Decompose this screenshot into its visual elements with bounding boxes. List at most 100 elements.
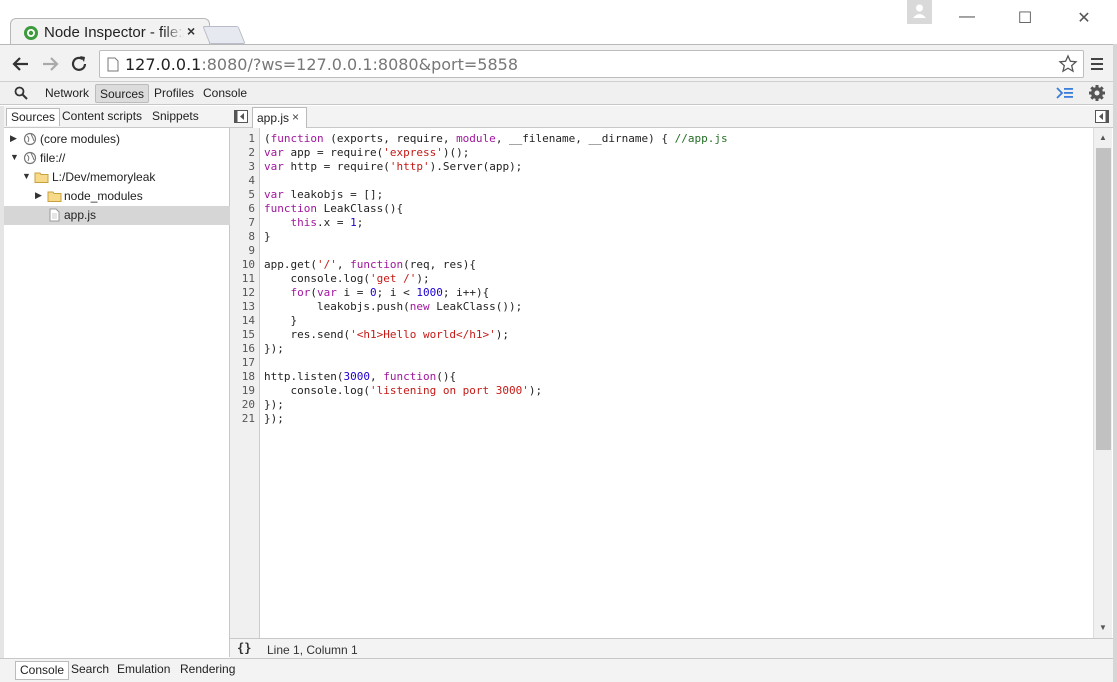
code-line-13: leakobjs.push(new LeakClass()); (264, 300, 523, 313)
navigator-tab-content-scripts[interactable]: Content scripts (58, 108, 146, 126)
tree-item-file-root[interactable]: ▼ file:// (4, 149, 230, 168)
drawer-tab-emulation[interactable]: Emulation (113, 661, 174, 680)
code-line-14: } (264, 314, 298, 327)
navigator-tab-sources[interactable]: Sources (6, 108, 61, 126)
bookmark-star-icon[interactable] (1058, 54, 1078, 74)
code-line-1: (function (exports, require, module, __f… (264, 132, 728, 145)
file-icon (49, 208, 60, 222)
line-number[interactable]: 17 (229, 356, 255, 369)
scroll-up-icon[interactable]: ▲ (1099, 133, 1107, 142)
show-drawer-icon[interactable] (1056, 86, 1074, 100)
line-number[interactable]: 2 (229, 146, 255, 159)
globe-icon (23, 151, 37, 165)
code-line-11: console.log('get /'); (264, 272, 430, 285)
tree-item-label: L:/Dev/memoryleak (52, 170, 156, 184)
line-number-gutter[interactable]: 1 2 3 4 5 6 7 8 9 10 11 12 13 14 15 16 17 18 19 20 21 (230, 128, 260, 638)
drawer-tab-rendering[interactable]: Rendering (176, 661, 239, 680)
code-line-19: console.log('listening on port 3000'); (264, 384, 543, 397)
page-icon (107, 57, 119, 72)
folder-icon (34, 172, 49, 183)
navigator-tab-snippets[interactable]: Snippets (148, 108, 203, 126)
code-line-6: function LeakClass(){ (264, 202, 404, 215)
sources-navigator: Sources Content scripts Snippets ▶ (core… (4, 106, 230, 657)
line-number[interactable]: 14 (229, 314, 255, 327)
close-window-button[interactable]: ✕ (1072, 8, 1096, 28)
reload-icon[interactable] (69, 54, 89, 74)
tree-item-label: file:// (40, 151, 66, 165)
drawer-tab-search[interactable]: Search (67, 661, 113, 680)
tree-item-app-js[interactable]: app.js (4, 206, 230, 225)
back-arrow-icon[interactable] (11, 54, 31, 74)
line-number[interactable]: 11 (229, 272, 255, 285)
new-tab-button[interactable] (202, 26, 246, 44)
editor-status-bar: {} Line 1, Column 1 (230, 638, 1113, 658)
tree-item-label: node_modules (64, 189, 143, 203)
right-frame-border (1113, 44, 1117, 682)
gear-icon[interactable] (1088, 84, 1106, 102)
cursor-position: Line 1, Column 1 (267, 643, 358, 657)
toggle-navigator-icon[interactable] (234, 110, 248, 123)
code-line-7: this.x = 1; (290, 216, 364, 229)
expanded-triangle-icon[interactable]: ▼ (22, 171, 31, 181)
close-icon[interactable]: × (292, 110, 299, 124)
line-number[interactable]: 8 (229, 230, 255, 243)
line-number[interactable]: 4 (229, 174, 255, 187)
line-number[interactable]: 13 (229, 300, 255, 313)
line-number[interactable]: 6 (229, 202, 255, 215)
code-line-3: var http = require('http').Server(app); (264, 160, 523, 173)
hamburger-menu-icon[interactable] (1090, 57, 1104, 71)
line-number[interactable]: 7 (229, 216, 255, 229)
browser-tab[interactable]: Node Inspector - file:///L:/Dev/memoryle… (10, 18, 210, 46)
collapsed-triangle-icon[interactable]: ▶ (10, 133, 19, 143)
tree-item-memoryleak-folder[interactable]: ▼ L:/Dev/memoryleak (4, 168, 230, 187)
tab-close-icon[interactable]: × (187, 23, 195, 39)
editor-vertical-scrollbar[interactable]: ▲ ▼ (1093, 128, 1112, 638)
editor-tab-app-js[interactable]: app.js × (252, 107, 307, 128)
navigator-tabs: Sources Content scripts Snippets (4, 106, 230, 128)
search-icon[interactable] (14, 86, 28, 100)
line-number[interactable]: 18 (229, 370, 255, 383)
forward-arrow-icon[interactable] (40, 54, 60, 74)
toggle-debugger-sidebar-icon[interactable] (1095, 110, 1109, 123)
code-line-21: }); (264, 412, 284, 425)
code-editor[interactable]: (function (exports, require, module, __f… (261, 128, 1093, 638)
line-number[interactable]: 12 (229, 286, 255, 299)
tab-console[interactable]: Console (199, 84, 251, 103)
maximize-button[interactable]: ☐ (1013, 8, 1037, 28)
node-inspector-favicon-icon (24, 26, 38, 40)
editor-tab-label: app.js (257, 111, 290, 125)
tree-item-node-modules-folder[interactable]: ▶ node_modules (4, 187, 230, 206)
scrollbar-thumb[interactable] (1096, 148, 1111, 450)
line-number[interactable]: 20 (229, 398, 255, 411)
profile-button[interactable] (907, 0, 932, 24)
tab-sources[interactable]: Sources (95, 84, 150, 103)
line-number[interactable]: 9 (229, 244, 255, 257)
code-line-5: var leakobjs = []; (264, 188, 384, 201)
tab-network[interactable]: Network (41, 84, 93, 103)
code-line-16: }); (264, 342, 284, 355)
code-line-2: var app = require('express')(); (264, 146, 470, 159)
line-number[interactable]: 19 (229, 384, 255, 397)
tree-item-label: (core modules) (40, 132, 121, 146)
collapsed-triangle-icon[interactable]: ▶ (35, 190, 44, 200)
line-number[interactable]: 5 (229, 188, 255, 201)
minimize-button[interactable]: — (955, 8, 979, 28)
line-number[interactable]: 10 (229, 258, 255, 271)
tab-title: Node Inspector - file:///L:/Dev/memoryle… (44, 24, 184, 41)
code-line-12: for(var i = 0; i < 1000; i++){ (290, 286, 490, 299)
drawer-tab-console[interactable]: Console (15, 661, 70, 680)
tree-item-core-modules[interactable]: ▶ (core modules) (4, 130, 230, 149)
address-bar[interactable]: 127.0.0.1:8080/?ws=127.0.0.1:8080&port=5… (99, 50, 1084, 78)
line-number[interactable]: 15 (229, 328, 255, 341)
line-number[interactable]: 21 (229, 412, 255, 425)
line-number[interactable]: 1 (229, 132, 255, 145)
scroll-down-icon[interactable]: ▼ (1099, 623, 1107, 632)
pretty-print-button[interactable]: {} (237, 641, 251, 655)
line-number[interactable]: 16 (229, 342, 255, 355)
line-number[interactable]: 3 (229, 160, 255, 173)
tree-item-label: app.js (64, 208, 97, 222)
tab-profiles[interactable]: Profiles (150, 84, 198, 103)
expanded-triangle-icon[interactable]: ▼ (10, 152, 19, 162)
url-text[interactable]: 127.0.0.1:8080/?ws=127.0.0.1:8080&port=5… (125, 55, 518, 74)
title-bar: Node Inspector - file:///L:/Dev/memoryle… (0, 0, 1117, 46)
